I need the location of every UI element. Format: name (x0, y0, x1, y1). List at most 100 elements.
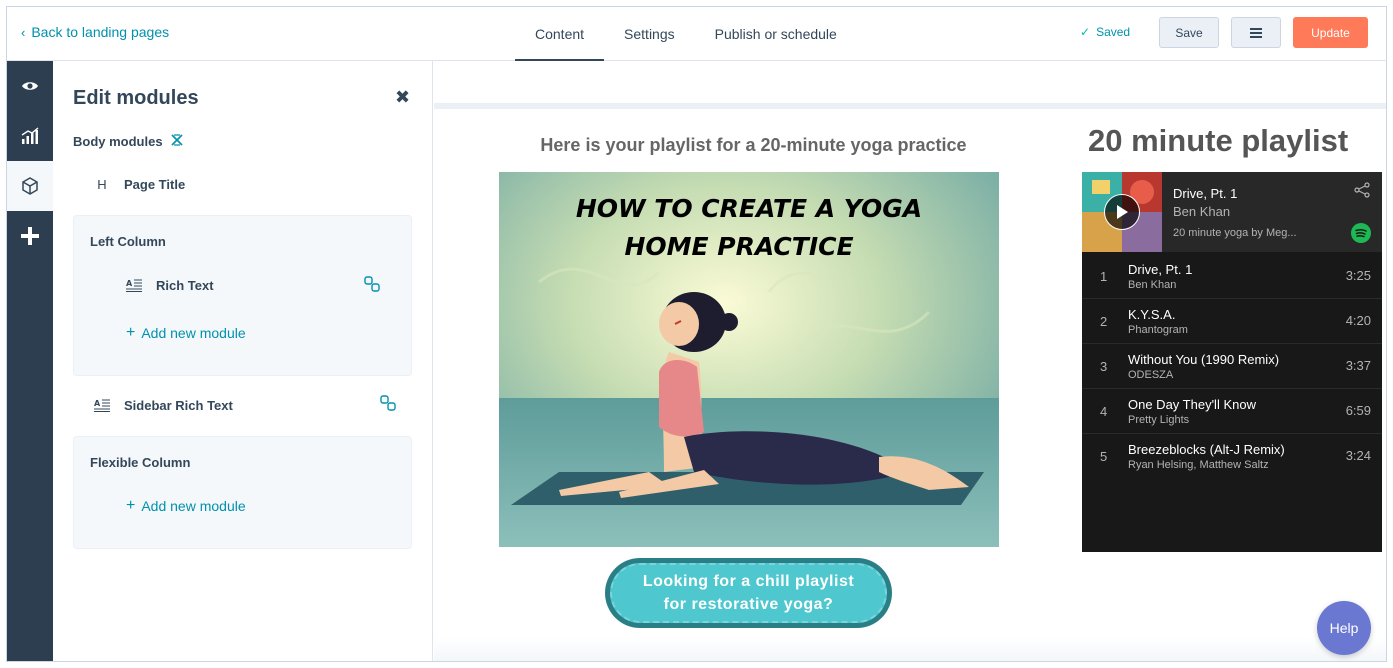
chevron-left-icon: ‹ (21, 24, 26, 40)
preview-divider (434, 103, 1386, 109)
track-artist: Ben Khan (1128, 279, 1177, 291)
panel-title: Edit modules (73, 87, 199, 109)
rail-preview-button[interactable] (7, 61, 53, 111)
page-headline[interactable]: Here is your playlist for a 20-minute yo… (516, 135, 991, 156)
add-new-module-left[interactable]: + Add new module (126, 324, 246, 342)
saved-label: Saved (1096, 25, 1131, 39)
track-name: Breezeblocks (Alt-J Remix) (1128, 442, 1285, 457)
track-row[interactable]: 2 K.Y.S.A. Phantogram 4:20 (1082, 299, 1382, 344)
spotify-play-button[interactable] (1104, 194, 1140, 230)
cta-line1: Looking for a chill playlist (642, 573, 855, 590)
add-module-label: Add new module (141, 498, 246, 514)
track-duration: 6:59 (1345, 403, 1371, 418)
actions-menu-button[interactable] (1231, 17, 1281, 48)
yoga-illustration-image[interactable]: HOW TO CREATE A YOGA HOME PRACTICE (499, 172, 999, 547)
image-title-line1: HOW TO CREATE A YOGA (576, 194, 922, 223)
body-modules-header: Body modules (73, 133, 183, 149)
collapse-icon[interactable] (171, 133, 183, 149)
track-row[interactable]: 3 Without You (1990 Remix) ODESZA 3:37 (1082, 344, 1382, 389)
edit-modules-panel: Edit modules ✖ Body modules H Page Title… (53, 61, 433, 661)
add-module-label: Add new module (141, 325, 246, 341)
play-icon (1117, 205, 1128, 219)
heading-icon: H (97, 176, 107, 192)
track-artist: Ryan Helsing, Matthew Saltz (1128, 459, 1269, 471)
page-preview: Here is your playlist for a 20-minute yo… (434, 61, 1386, 661)
playlist-name[interactable]: 20 minute yoga by Meg... (1173, 227, 1297, 239)
cta-line2: for restorative yoga? (663, 596, 834, 613)
editor-tabs: Content Settings Publish or schedule (515, 7, 857, 62)
module-page-title-label: Page Title (124, 176, 186, 192)
preview-bottom-fade (434, 637, 1386, 661)
svg-text:A: A (94, 399, 101, 408)
rail-analytics-button[interactable] (7, 111, 53, 161)
editor-header: ‹ Back to landing pages Content Settings… (7, 7, 1386, 62)
back-link-label: Back to landing pages (31, 24, 170, 40)
tab-publish-or-schedule[interactable]: Publish or schedule (695, 7, 857, 61)
module-rich-text[interactable]: A Rich Text (126, 277, 214, 293)
spotify-embed[interactable]: Drive, Pt. 1 Ben Khan 20 minute yoga by … (1082, 172, 1382, 552)
global-module-link-icon[interactable] (364, 276, 380, 297)
track-artist: Pretty Lights (1128, 414, 1190, 426)
track-number: 3 (1100, 359, 1108, 374)
track-name: Without You (1990 Remix) (1128, 352, 1280, 367)
track-duration: 3:25 (1345, 268, 1371, 283)
check-icon: ✓ (1080, 25, 1091, 39)
restorative-yoga-cta-button[interactable]: Looking for a chill playlist for restora… (605, 558, 892, 628)
module-sidebar-rich-text[interactable]: A Sidebar Rich Text (94, 397, 233, 413)
track-artist: ODESZA (1128, 369, 1174, 381)
track-row[interactable]: 4 One Day They'll Know Pretty Lights 6:5… (1082, 389, 1382, 434)
rich-text-icon: A (94, 397, 110, 413)
tab-publish-label: Publish or schedule (714, 26, 837, 42)
sidebar-rail (7, 61, 53, 661)
landing-page-editor: ‹ Back to landing pages Content Settings… (6, 6, 1387, 662)
update-button[interactable]: Update (1293, 17, 1368, 48)
track-number: 2 (1100, 314, 1108, 329)
tab-settings[interactable]: Settings (604, 7, 695, 61)
track-duration: 3:37 (1345, 358, 1371, 373)
track-row[interactable]: 1 Drive, Pt. 1 Ben Khan 3:25 (1082, 254, 1382, 299)
plus-small-icon: + (126, 497, 136, 514)
track-artist: Phantogram (1128, 324, 1188, 336)
spotify-logo-icon[interactable] (1351, 223, 1371, 243)
global-module-link-icon[interactable] (380, 395, 396, 416)
close-icon[interactable]: ✖ (395, 87, 410, 108)
now-playing-title: Drive, Pt. 1 (1173, 186, 1238, 201)
now-playing-artist: Ben Khan (1173, 204, 1231, 219)
left-column-group: Left Column A Rich Text + Add new module (73, 215, 412, 376)
module-sidebar-label: Sidebar Rich Text (124, 397, 233, 413)
saved-status: ✓ Saved (1080, 25, 1130, 39)
rich-text-icon: A (126, 277, 142, 293)
rail-modules-button[interactable] (7, 161, 53, 211)
track-name: Drive, Pt. 1 (1128, 262, 1193, 277)
help-button[interactable]: Help (1317, 601, 1371, 655)
image-title-line2: HOME PRACTICE (624, 232, 853, 261)
save-button[interactable]: Save (1159, 17, 1219, 48)
module-rich-text-label: Rich Text (156, 277, 214, 293)
module-page-title[interactable]: H Page Title (94, 176, 185, 192)
tab-content[interactable]: Content (515, 7, 605, 62)
spotify-now-playing: Drive, Pt. 1 Ben Khan 20 minute yoga by … (1082, 172, 1382, 252)
track-duration: 4:20 (1345, 313, 1371, 328)
track-name: K.Y.S.A. (1128, 307, 1176, 322)
flexible-column-title: Flexible Column (90, 455, 191, 470)
cube-icon (22, 177, 38, 195)
track-number: 5 (1100, 449, 1108, 464)
track-number: 4 (1100, 404, 1108, 419)
tab-settings-label: Settings (624, 26, 675, 42)
rail-add-button[interactable] (7, 211, 53, 261)
flexible-column-group: Flexible Column + Add new module (73, 436, 412, 549)
spotify-track-list: 1 Drive, Pt. 1 Ben Khan 3:25 2 K.Y.S.A. … (1082, 254, 1382, 479)
plus-small-icon: + (126, 324, 136, 341)
playlist-title[interactable]: 20 minute playlist (1088, 123, 1348, 159)
back-to-landing-pages-link[interactable]: ‹ Back to landing pages (21, 24, 169, 40)
track-row[interactable]: 5 Breezeblocks (Alt-J Remix) Ryan Helsin… (1082, 434, 1382, 479)
left-column-title: Left Column (90, 234, 166, 249)
cta-inner: Looking for a chill playlist for restora… (610, 563, 887, 623)
tab-content-label: Content (535, 26, 585, 42)
hamburger-icon (1250, 27, 1262, 38)
track-name: One Day They'll Know (1128, 397, 1256, 412)
body-modules-label: Body modules (73, 133, 163, 149)
share-icon[interactable] (1354, 182, 1370, 198)
svg-text:A: A (126, 279, 133, 288)
add-new-module-flexible[interactable]: + Add new module (126, 497, 246, 515)
